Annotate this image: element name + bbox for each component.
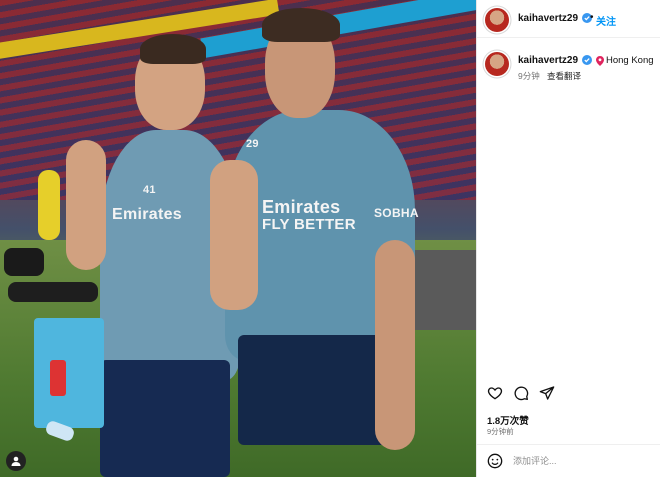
shirt-slogan-right: FLY BETTER [262, 216, 356, 233]
player-left-arm-over-shoulder [210, 160, 258, 310]
player-left-shorts [100, 360, 230, 477]
kit-bags-row [8, 282, 98, 302]
see-translation-link[interactable]: 查看翻译 [547, 70, 581, 82]
avatar[interactable] [485, 8, 509, 32]
header-separator: • [590, 12, 594, 23]
smiley-icon[interactable] [487, 453, 503, 469]
comment-bar [477, 444, 660, 477]
player-right-hair [262, 8, 340, 42]
cooler-club-badge [50, 360, 66, 396]
sleeve-sponsor: SOBHA [374, 206, 419, 220]
header-username[interactable]: kaihavertz29 [518, 13, 578, 24]
drinks-cooler [34, 318, 104, 428]
post-side-panel: kaihavertz29 • 关注 kaihavertz29 Hong Kong… [476, 0, 660, 477]
caption-timestamp: 9分钟 [518, 71, 540, 81]
player-left-hair [140, 34, 206, 64]
post-timestamp: 9分钟前 [487, 427, 514, 436]
shirt-number-left: 41 [143, 184, 156, 196]
comment-input[interactable] [513, 451, 653, 471]
shirt-number-right: 29 [246, 138, 259, 150]
post-photo[interactable]: Emirates Emirates FLY BETTER SOBHA 41 29 [0, 0, 476, 477]
heart-icon[interactable] [487, 385, 503, 401]
likes-count[interactable]: 1.8万次赞 [487, 413, 529, 427]
caption-avatar[interactable] [485, 52, 509, 76]
follow-button[interactable]: 关注 [596, 13, 616, 28]
location-name: Hong Kong [606, 55, 654, 66]
verified-badge-icon [582, 55, 592, 65]
shirt-sponsor-left: Emirates [112, 206, 182, 223]
player-right-arm [375, 240, 415, 450]
user-tag-icon[interactable] [6, 451, 26, 471]
player-right-shorts [238, 335, 388, 445]
location-link[interactable]: Hong Kong [596, 55, 654, 66]
paper-plane-icon[interactable] [539, 385, 555, 401]
post-actions [477, 383, 660, 405]
shirt-sponsor-right: Emirates [262, 197, 341, 217]
caption-username[interactable]: kaihavertz29 [518, 55, 578, 66]
comment-bubble-icon[interactable] [513, 385, 529, 401]
yellow-equipment [38, 170, 60, 240]
player-left-arm [66, 140, 106, 270]
kit-bag [4, 248, 44, 276]
post-header: kaihavertz29 • 关注 [477, 0, 660, 38]
location-pin-icon [596, 55, 604, 66]
